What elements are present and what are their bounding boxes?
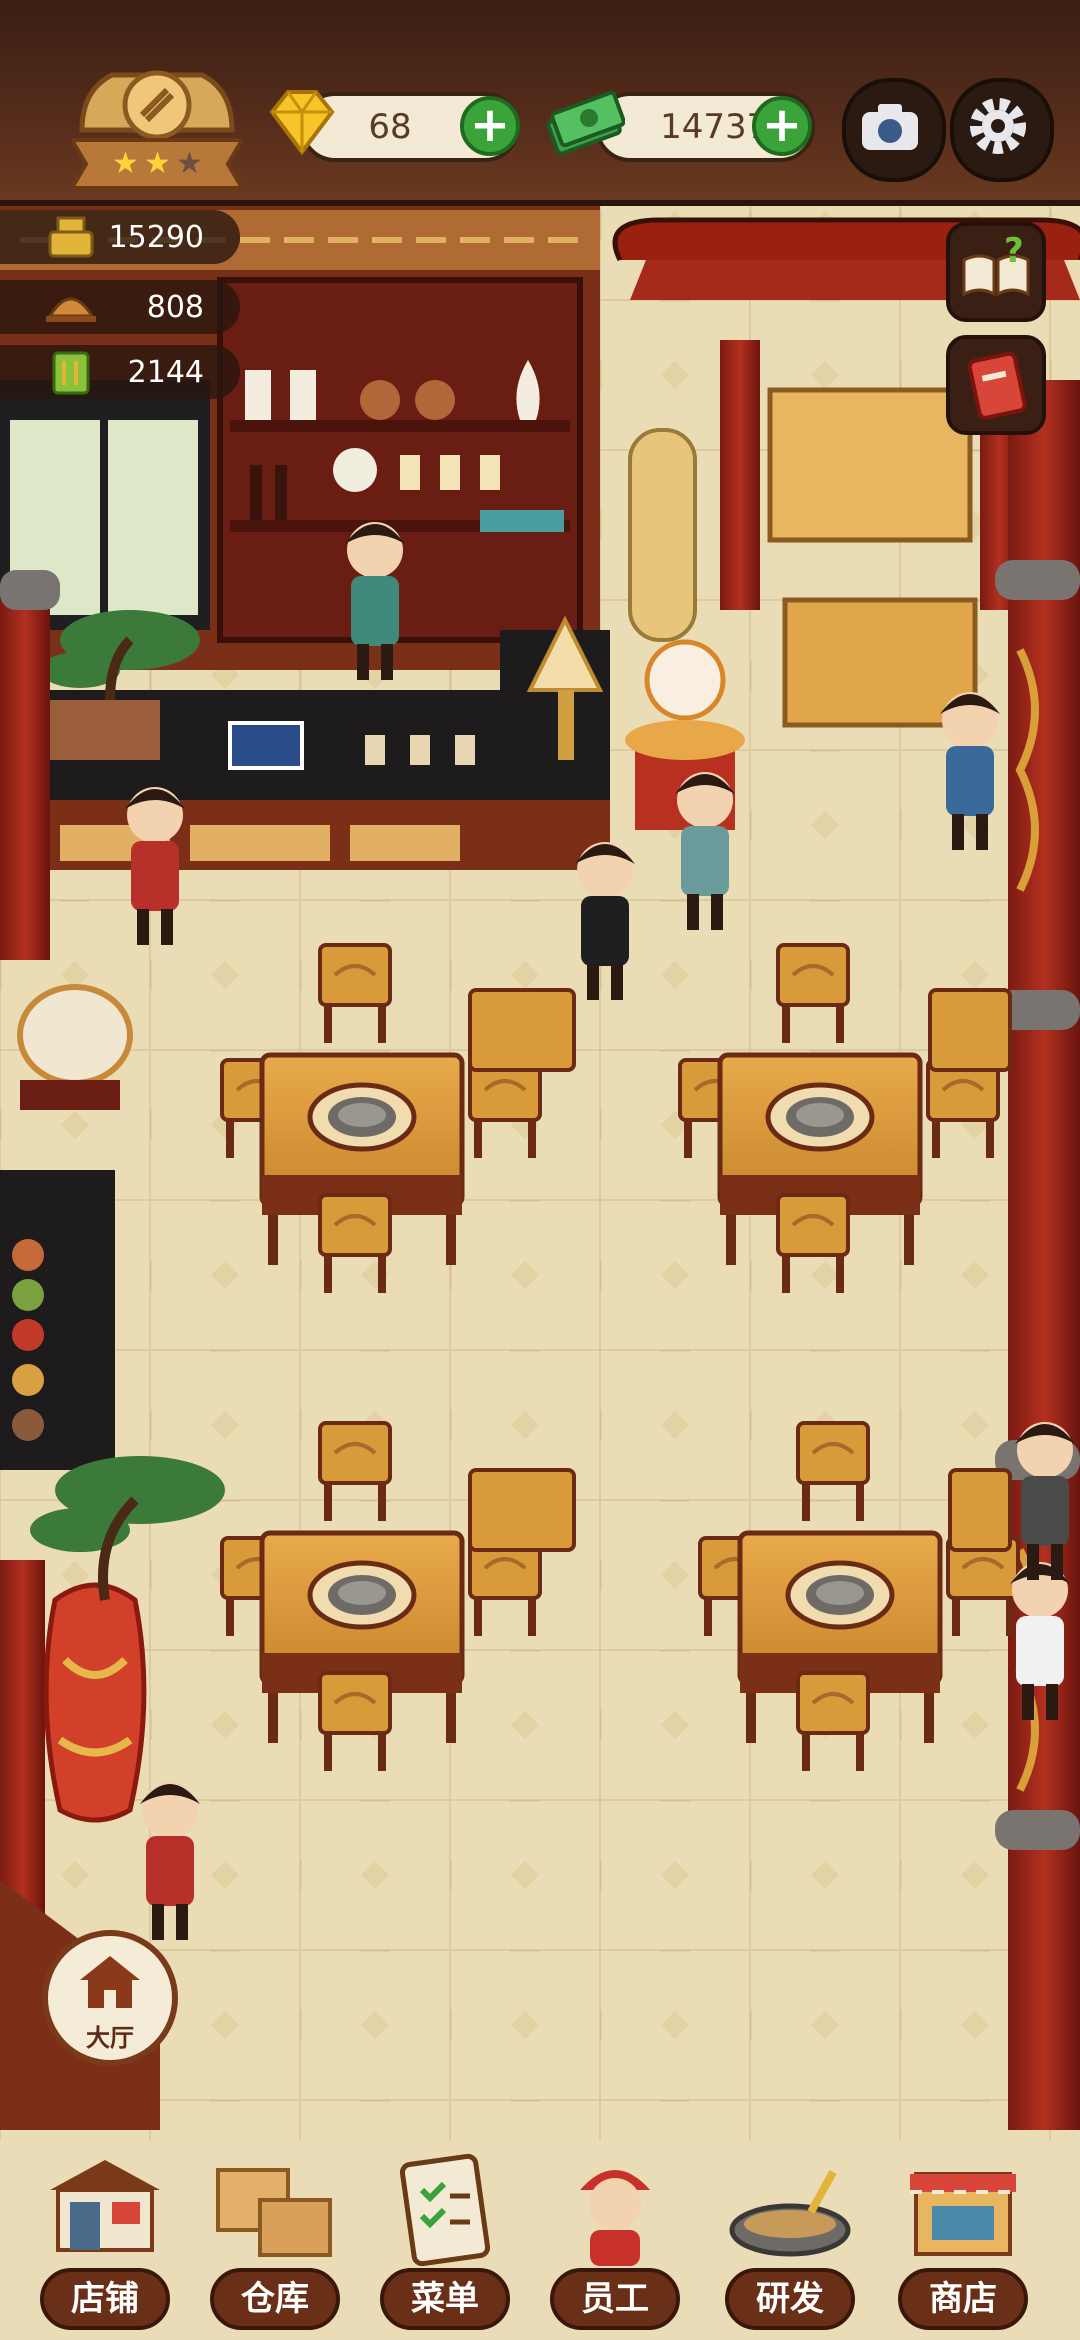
- nav-label: 员工: [550, 2268, 680, 2330]
- stat-dish: 808: [0, 280, 240, 334]
- stat-value: 15290: [108, 219, 204, 255]
- boxes-icon: [216, 2168, 332, 2257]
- clipboard-icon: [399, 2153, 491, 2267]
- book-question-icon: ?: [962, 231, 1030, 297]
- nav-label: 仓库: [210, 2268, 340, 2330]
- camera-icon: [862, 104, 918, 150]
- svg-text:★: ★: [144, 146, 171, 181]
- add-cash-button[interactable]: +: [752, 96, 812, 156]
- market-stall-icon: [910, 2172, 1016, 2256]
- nav-warehouse[interactable]: 仓库: [200, 2150, 350, 2330]
- stat-value: 2144: [127, 354, 204, 390]
- help-guide-button[interactable]: ?: [946, 222, 1046, 322]
- svg-text:★: ★: [176, 146, 203, 181]
- restaurant-rank-badge[interactable]: ★ ★ ★: [68, 60, 246, 190]
- recipe-book-icon: [52, 351, 90, 395]
- nav-label: 店铺: [40, 2268, 170, 2330]
- svg-text:★: ★: [112, 146, 139, 181]
- notebook-icon: [967, 351, 1027, 420]
- cash-stack-icon: [546, 90, 625, 156]
- nav-shop-front[interactable]: 店铺: [30, 2150, 180, 2330]
- svg-text:?: ?: [1004, 231, 1024, 271]
- chef-avatar-icon: [580, 2170, 650, 2266]
- nav-menu[interactable]: 菜单: [370, 2150, 520, 2330]
- nav-label: 研发: [725, 2268, 855, 2330]
- nav-research[interactable]: 研发: [715, 2150, 865, 2330]
- add-gems-button[interactable]: +: [460, 96, 520, 156]
- hall-label: 大厅: [86, 2024, 134, 2052]
- nav-store[interactable]: 商店: [888, 2150, 1038, 2330]
- notebook-button[interactable]: [946, 335, 1046, 435]
- rank-shield-icon: ★ ★ ★: [68, 70, 246, 190]
- dish-cloche-icon: [46, 297, 96, 322]
- gem-icon: [269, 90, 335, 156]
- stat-value: 808: [146, 289, 204, 325]
- gold-pot-icon: [48, 216, 94, 258]
- gear-icon: [970, 98, 1026, 154]
- hall-button[interactable]: 大厅: [42, 1930, 178, 2066]
- settings-button[interactable]: [950, 78, 1054, 182]
- storefront-icon: [50, 2160, 160, 2252]
- nav-label: 菜单: [380, 2268, 510, 2330]
- bottom-nav: 店铺 仓库 菜单 员工 研发 商店: [0, 2130, 1080, 2340]
- stat-recipe: 2144: [0, 345, 240, 399]
- hall-building-icon: [80, 1956, 140, 2008]
- camera-button[interactable]: [842, 78, 946, 182]
- nav-staff[interactable]: 员工: [540, 2150, 690, 2330]
- nav-label: 商店: [898, 2268, 1028, 2330]
- wok-icon: [729, 2170, 851, 2257]
- stat-gold-pot: 15290: [0, 210, 240, 264]
